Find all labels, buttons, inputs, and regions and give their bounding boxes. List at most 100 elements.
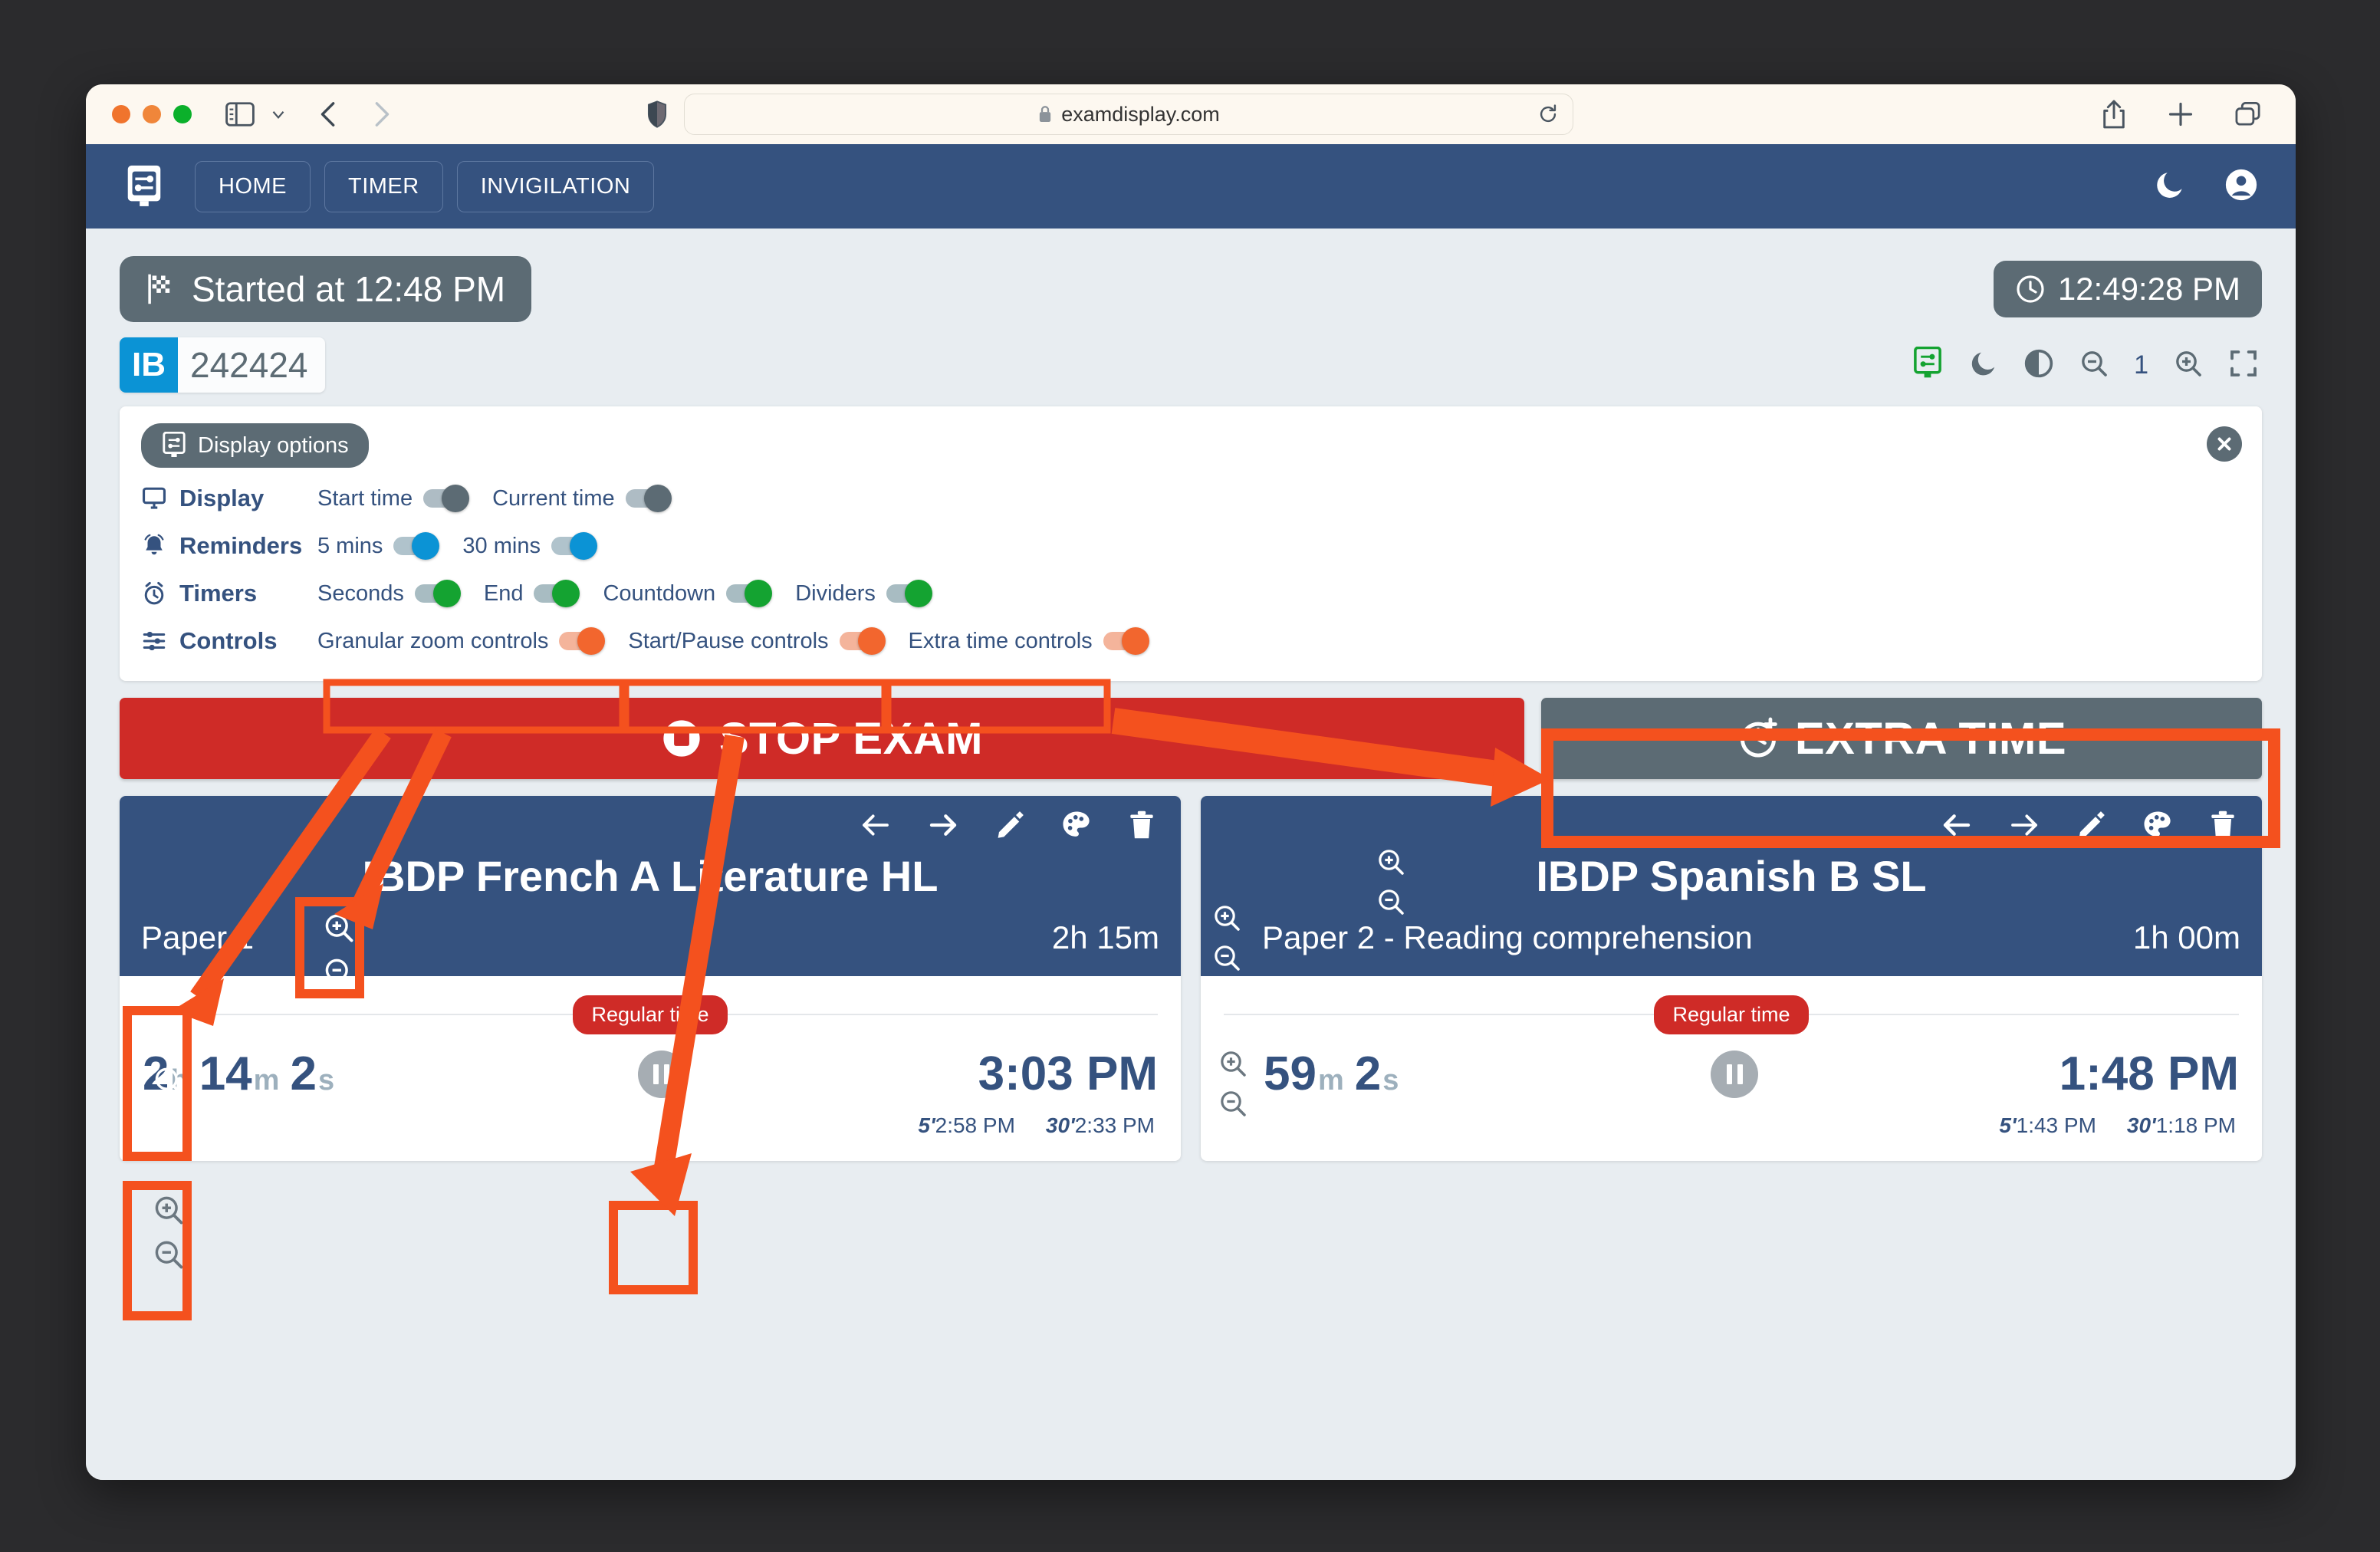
option-row-reminders-items: 5 mins 30 mins bbox=[317, 532, 620, 560]
zoom-in-icon bbox=[1215, 906, 1240, 931]
toggle-start-time[interactable] bbox=[423, 485, 470, 512]
url-host: examdisplay.com bbox=[1061, 102, 1220, 126]
minimize-window-button[interactable] bbox=[143, 105, 161, 123]
forward-arrow-icon[interactable] bbox=[368, 99, 394, 130]
exam-card-header: IBDP Spanish B SL Paper 2 - Reading comp… bbox=[1201, 796, 2262, 976]
page-body: Started at 12:48 PM 12:49:28 PM IB 24242… bbox=[86, 229, 2296, 1161]
reminder-30min: 30'1:18 PM bbox=[2127, 1113, 2236, 1138]
url-bar[interactable]: examdisplay.com bbox=[684, 94, 1573, 135]
session-chip: IB 242424 bbox=[120, 337, 325, 393]
fullscreen-icon[interactable] bbox=[2228, 348, 2259, 383]
nav-tab-invigilation[interactable]: INVIGILATION bbox=[456, 160, 655, 212]
contrast-icon[interactable] bbox=[2023, 348, 2054, 383]
card2-paper-zoom-pair[interactable] bbox=[1211, 903, 1242, 973]
extra-time-button[interactable]: EXTRA TIME bbox=[1541, 698, 2262, 779]
card1-title-zoom-pair[interactable] bbox=[322, 911, 356, 989]
option-extra-time-controls[interactable]: Extra time controls bbox=[909, 627, 1149, 655]
nav-tab-timer[interactable]: TIMER bbox=[324, 160, 443, 212]
moon-icon[interactable] bbox=[1968, 348, 1999, 383]
zoom-out-icon bbox=[155, 1067, 183, 1096]
close-icon[interactable] bbox=[2207, 426, 2242, 462]
share-icon[interactable] bbox=[2101, 99, 2127, 130]
option-row-reminders: Reminders 5 mins 30 mins bbox=[141, 529, 2240, 563]
reminders-row: 5'2:58 PM 30'2:33 PM bbox=[143, 1113, 1158, 1138]
moon-icon[interactable] bbox=[2153, 168, 2187, 206]
exam-card-paper: Paper 1 bbox=[141, 919, 255, 955]
maximize-window-button[interactable] bbox=[173, 105, 192, 123]
zoom-out-icon[interactable] bbox=[2079, 348, 2109, 383]
option-row-display: Display Start time Current time bbox=[141, 482, 2240, 515]
option-current-time[interactable]: Current time bbox=[492, 485, 672, 512]
account-icon[interactable] bbox=[2224, 167, 2259, 206]
right-arrow-icon[interactable] bbox=[2007, 810, 2041, 844]
display-options-icon[interactable] bbox=[1912, 346, 1944, 384]
zoom-out-icon bbox=[325, 958, 353, 987]
trash-icon[interactable] bbox=[2208, 809, 2237, 845]
option-countdown[interactable]: Countdown bbox=[603, 580, 773, 607]
option-30-mins[interactable]: 30 mins bbox=[462, 532, 597, 560]
pencil-icon[interactable] bbox=[2075, 809, 2107, 845]
exam-card: IBDP Spanish B SL Paper 2 - Reading comp… bbox=[1201, 796, 2262, 1161]
tabs-icon[interactable] bbox=[2234, 100, 2263, 128]
card2-title-zoom-pair[interactable] bbox=[1376, 847, 1406, 917]
card1-paper-zoom-pair[interactable] bbox=[152, 1020, 186, 1098]
close-window-button[interactable] bbox=[112, 105, 130, 123]
option-end[interactable]: End bbox=[484, 580, 580, 607]
nav-tab-home[interactable]: HOME bbox=[195, 160, 311, 212]
option-5-mins[interactable]: 5 mins bbox=[317, 532, 440, 560]
browser-window: examdisplay.com HOME TIMER INVIGILATION … bbox=[86, 84, 2296, 1480]
display-settings-icon[interactable] bbox=[123, 164, 166, 209]
shield-icon[interactable] bbox=[647, 100, 667, 128]
toggle-seconds[interactable] bbox=[414, 580, 461, 607]
zoom-in-icon bbox=[1379, 850, 1404, 875]
toggle-extra-time-controls[interactable] bbox=[1103, 627, 1149, 655]
toggle-30-mins[interactable] bbox=[551, 532, 597, 560]
extra-time-label: EXTRA TIME bbox=[1794, 713, 2067, 764]
pause-icon[interactable] bbox=[637, 1050, 685, 1098]
card1-timer-zoom-pair[interactable] bbox=[152, 1193, 186, 1271]
option-5-mins-label: 5 mins bbox=[317, 533, 383, 558]
right-arrow-icon[interactable] bbox=[926, 810, 960, 844]
chevron-down-icon[interactable] bbox=[268, 104, 288, 124]
option-row-display-items: Start time Current time bbox=[317, 485, 695, 512]
option-start-pause-controls[interactable]: Start/Pause controls bbox=[628, 627, 886, 655]
toggle-current-time[interactable] bbox=[625, 485, 672, 512]
reload-icon[interactable] bbox=[1537, 104, 1559, 125]
time-type-divider-row: Regular time bbox=[1224, 993, 2239, 1036]
option-dividers[interactable]: Dividers bbox=[795, 580, 932, 607]
remaining-seconds-unit: s bbox=[1382, 1064, 1399, 1097]
option-granular-zoom-controls[interactable]: Granular zoom controls bbox=[317, 627, 606, 655]
extra-time-icon bbox=[1741, 717, 1777, 758]
session-row: IB 242424 1 bbox=[120, 337, 2262, 393]
exam-card-duration: 2h 15m bbox=[1051, 919, 1159, 955]
toggle-start-pause-controls[interactable] bbox=[839, 627, 886, 655]
stop-exam-button[interactable]: STOP EXAM bbox=[120, 698, 1524, 779]
palette-icon[interactable] bbox=[2141, 809, 2175, 845]
option-row-controls-label-group: Controls bbox=[141, 627, 317, 655]
pencil-icon[interactable] bbox=[994, 809, 1026, 845]
exam-card-paper: Paper 2 - Reading comprehension bbox=[1262, 919, 1753, 955]
trash-icon[interactable] bbox=[1127, 809, 1156, 845]
sidebar-toggle-icon[interactable] bbox=[225, 102, 255, 127]
left-arrow-icon[interactable] bbox=[1940, 810, 1974, 844]
palette-icon[interactable] bbox=[1060, 809, 1093, 845]
zoom-in-icon[interactable] bbox=[2173, 348, 2204, 383]
toggle-dividers[interactable] bbox=[886, 580, 932, 607]
display-options-pill[interactable]: Display options bbox=[141, 423, 369, 468]
toggle-5-mins[interactable] bbox=[393, 532, 440, 560]
option-start-pause-controls-label: Start/Pause controls bbox=[628, 628, 829, 653]
back-arrow-icon[interactable] bbox=[316, 99, 342, 130]
timer-row: 59 m 2s 1:48 PM bbox=[1221, 1047, 2239, 1116]
pause-icon[interactable] bbox=[1711, 1050, 1759, 1098]
option-seconds[interactable]: Seconds bbox=[317, 580, 461, 607]
timer-row: 2h 14 m 2s 3:03 PM bbox=[143, 1047, 1158, 1101]
plus-icon[interactable] bbox=[2167, 100, 2194, 128]
toggle-granular-zoom-controls[interactable] bbox=[559, 627, 606, 655]
card2-timer-zoom-pair[interactable] bbox=[1218, 1048, 1248, 1119]
toggle-countdown[interactable] bbox=[726, 580, 773, 607]
toggle-end[interactable] bbox=[534, 580, 580, 607]
option-start-time[interactable]: Start time bbox=[317, 485, 470, 512]
left-arrow-icon[interactable] bbox=[859, 810, 893, 844]
time-type-pill: Regular time bbox=[573, 995, 728, 1034]
session-number: 242424 bbox=[190, 345, 308, 385]
